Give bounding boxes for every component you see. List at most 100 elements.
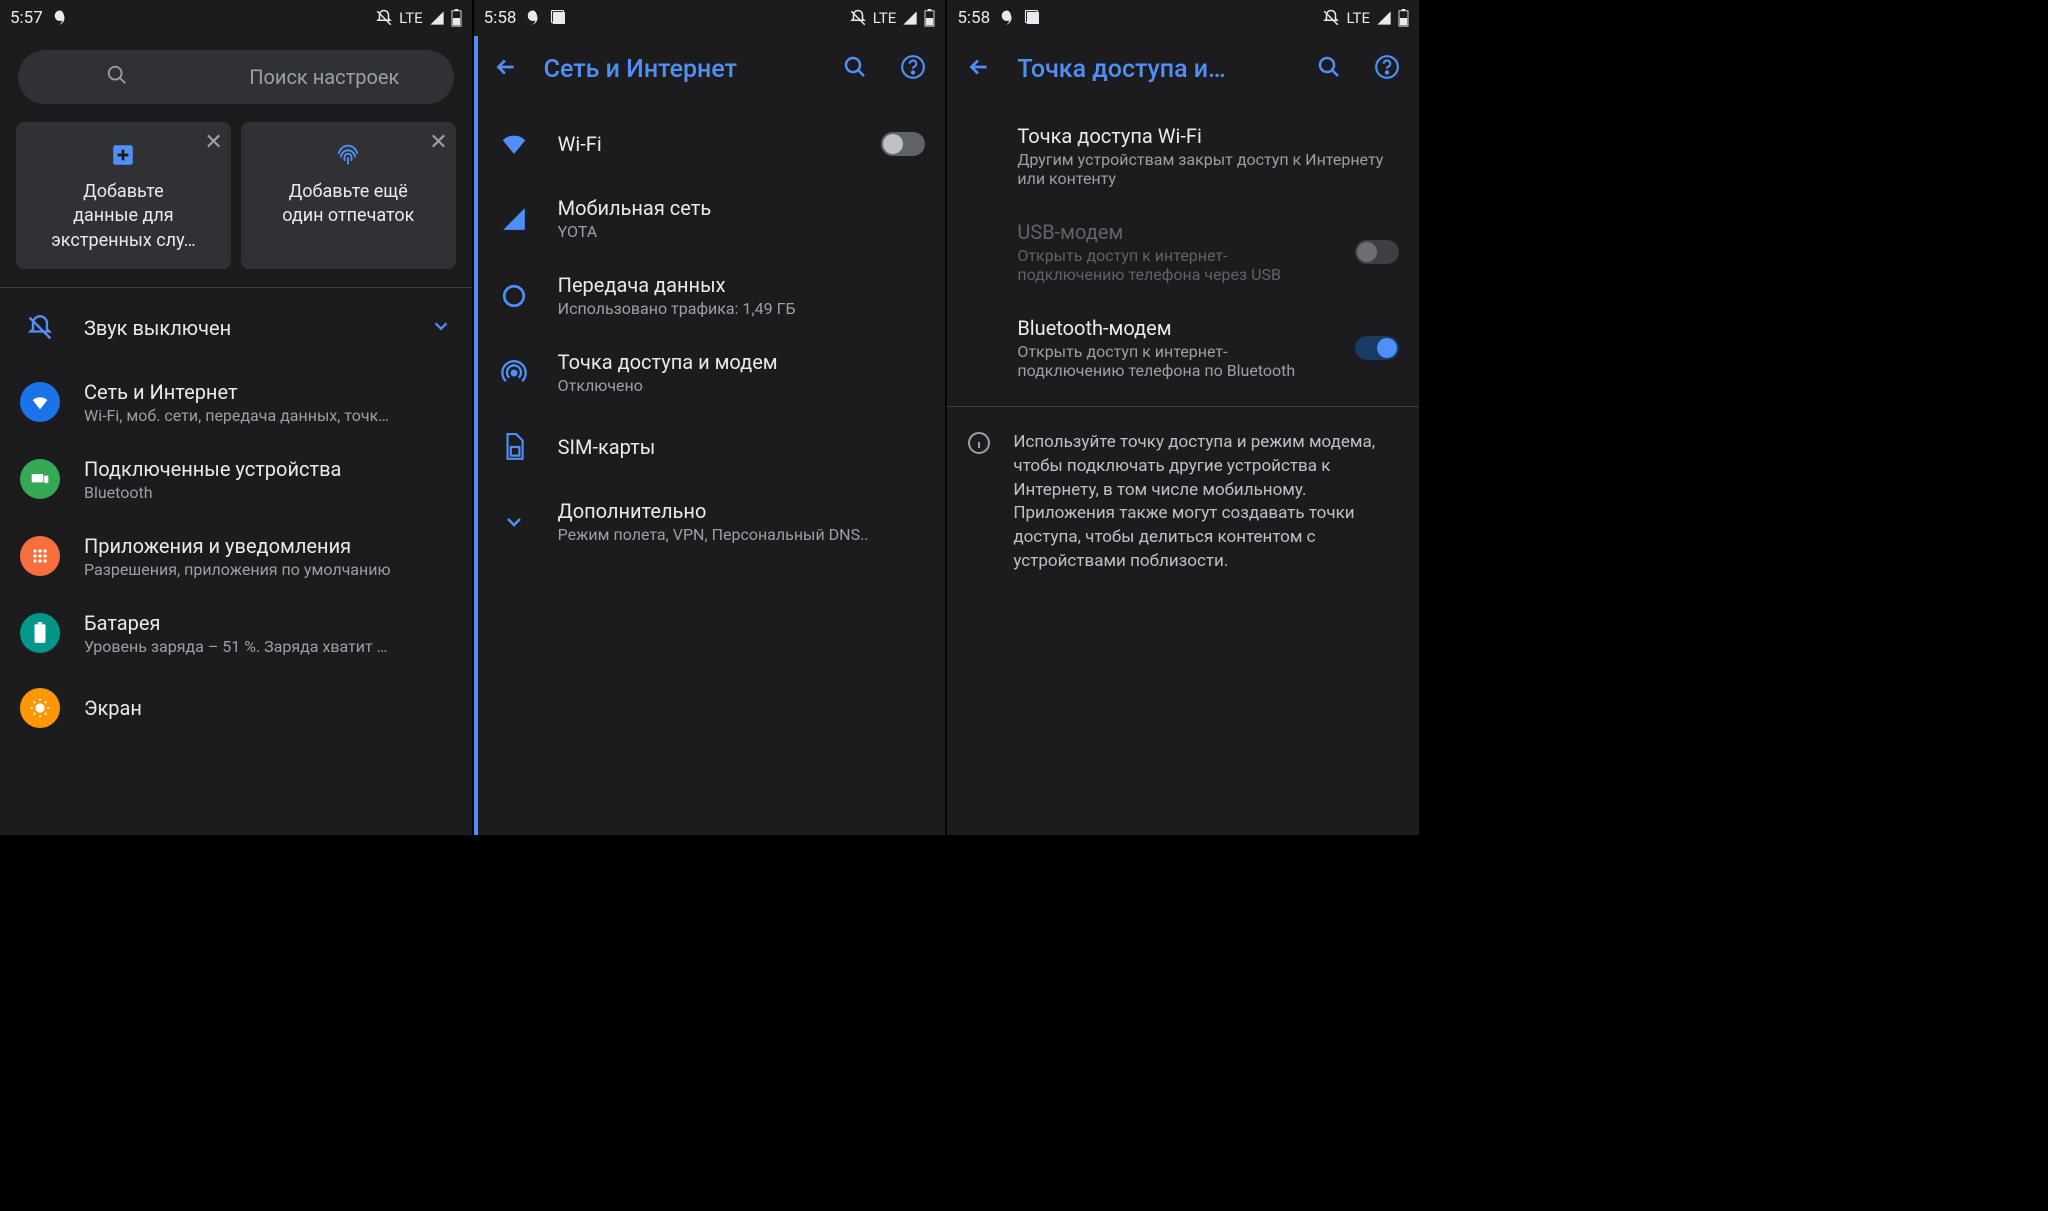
status-bar: 5:58 LTE bbox=[947, 0, 1419, 36]
signal-icon bbox=[429, 10, 445, 26]
card-text: Добавьте ещё один отпечаток bbox=[251, 180, 446, 229]
status-time: 5:58 bbox=[484, 8, 517, 28]
help-button[interactable] bbox=[893, 54, 933, 84]
search-button[interactable] bbox=[1309, 55, 1349, 83]
screen-network: 5:58 LTE Сеть и Интернет Wi-Fi Мобильная… bbox=[474, 0, 948, 835]
plus-icon bbox=[108, 140, 138, 170]
info-icon bbox=[967, 431, 991, 574]
status-app-icon bbox=[998, 9, 1016, 27]
row-title: Передача данных bbox=[558, 273, 926, 297]
data-icon bbox=[494, 276, 534, 316]
fingerprint-icon bbox=[333, 140, 363, 170]
status-time: 5:58 bbox=[957, 8, 990, 28]
page-title: Точка доступа и… bbox=[1017, 55, 1291, 84]
signal-icon bbox=[902, 10, 918, 26]
row-display[interactable]: Экран bbox=[0, 672, 472, 728]
row-sub: Отключено bbox=[558, 376, 926, 395]
row-sub: Открыть доступ к интернет-подключению те… bbox=[1017, 246, 1331, 284]
toolbar: Сеть и Интернет bbox=[474, 36, 946, 102]
row-title: USB-модем bbox=[1017, 220, 1331, 244]
row-title: Точка доступа Wi-Fi bbox=[1017, 124, 1399, 148]
row-sub: Другим устройствам закрыт доступ к Интер… bbox=[1017, 150, 1399, 188]
row-sim[interactable]: SIM-карты bbox=[474, 411, 946, 483]
battery-icon bbox=[20, 613, 60, 653]
row-title: Дополнительно bbox=[558, 499, 926, 523]
row-sub: Уровень заряда – 51 %. Заряда хватит … bbox=[84, 637, 452, 656]
battery-icon bbox=[1398, 9, 1409, 27]
row-devices[interactable]: Подключенные устройства Bluetooth bbox=[0, 441, 472, 518]
row-title: Приложения и уведомления bbox=[84, 534, 452, 558]
signal-icon bbox=[494, 199, 534, 239]
help-button[interactable] bbox=[1367, 54, 1407, 84]
row-advanced[interactable]: Дополнительно Режим полета, VPN, Персонал… bbox=[474, 483, 946, 560]
status-time: 5:57 bbox=[10, 8, 43, 28]
hotspot-icon bbox=[494, 353, 534, 393]
row-sub: Wi-Fi, моб. сети, передача данных, точк… bbox=[84, 406, 452, 425]
divider bbox=[0, 287, 472, 288]
row-bt-tether[interactable]: Bluetooth-модемОткрыть доступ к интернет… bbox=[947, 300, 1419, 396]
row-data-usage[interactable]: Передача данныхИспользовано трафика: 1,4… bbox=[474, 257, 946, 334]
row-apps[interactable]: Приложения и уведомления Разрешения, прил… bbox=[0, 518, 472, 595]
network-label: LTE bbox=[1346, 9, 1370, 27]
row-title: SIM-карты bbox=[558, 435, 926, 459]
back-button[interactable] bbox=[959, 54, 999, 84]
row-battery[interactable]: БатареяУровень заряда – 51 %. Заряда хва… bbox=[0, 595, 472, 672]
toolbar: Точка доступа и… bbox=[947, 36, 1419, 102]
row-sub: Режим полета, VPN, Персональный DNS.. bbox=[558, 525, 926, 544]
back-button[interactable] bbox=[486, 54, 526, 84]
battery-icon bbox=[924, 9, 935, 27]
network-label: LTE bbox=[873, 9, 897, 27]
status-app-icon bbox=[524, 9, 542, 27]
wifi-icon bbox=[20, 382, 60, 422]
card-text: Добавьте данные для экстренных слу… bbox=[26, 180, 221, 253]
signal-icon bbox=[1376, 10, 1392, 26]
search-settings[interactable]: Поиск настроек bbox=[18, 50, 454, 104]
row-title: Сеть и Интернет bbox=[84, 380, 452, 404]
row-sound[interactable]: Звук выключен bbox=[0, 292, 472, 364]
row-title: Мобильная сеть bbox=[558, 196, 926, 220]
row-mobile[interactable]: Мобильная сеть YOTA bbox=[474, 180, 946, 257]
row-title: Wi-Fi bbox=[558, 132, 858, 156]
row-title: Звук выключен bbox=[84, 316, 406, 340]
row-wifi[interactable]: Wi-Fi bbox=[474, 108, 946, 180]
bell-off-icon bbox=[20, 308, 60, 348]
search-placeholder: Поиск настроек bbox=[217, 65, 432, 89]
card-fingerprint[interactable]: ✕ Добавьте ещё один отпечаток bbox=[241, 122, 456, 269]
page-title: Сеть и Интернет bbox=[544, 55, 818, 84]
wifi-toggle[interactable] bbox=[881, 132, 925, 156]
row-title: Экран bbox=[84, 696, 452, 720]
chevron-down-icon bbox=[430, 315, 452, 341]
row-hotspot[interactable]: Точка доступа и модем Отключено bbox=[474, 334, 946, 411]
screenshot-icon bbox=[1024, 9, 1042, 27]
display-icon bbox=[20, 688, 60, 728]
row-network[interactable]: Сеть и Интернет Wi-Fi, моб. сети, передач… bbox=[0, 364, 472, 441]
row-sub: Bluetooth bbox=[84, 483, 452, 502]
apps-icon bbox=[20, 536, 60, 576]
divider bbox=[947, 406, 1419, 407]
card-emergency[interactable]: ✕ Добавьте данные для экстренных слу… bbox=[16, 122, 231, 269]
screen-settings-home: 5:57 LTE Поиск настроек ✕ Добавьте данны… bbox=[0, 0, 474, 835]
close-icon[interactable]: ✕ bbox=[204, 130, 222, 155]
row-sub: YOTA bbox=[558, 222, 926, 241]
suggestion-cards: ✕ Добавьте данные для экстренных слу… ✕ … bbox=[0, 122, 472, 287]
search-button[interactable] bbox=[835, 55, 875, 83]
row-sub: Открыть доступ к интернет-подключению те… bbox=[1017, 342, 1331, 380]
screen-hotspot: 5:58 LTE Точка доступа и… Точка доступа … bbox=[947, 0, 1421, 835]
row-usb-tether: USB-модемОткрыть доступ к интернет-подкл… bbox=[947, 204, 1419, 300]
mute-icon bbox=[375, 9, 393, 27]
search-icon bbox=[10, 64, 225, 91]
bt-toggle[interactable] bbox=[1355, 336, 1399, 360]
close-icon[interactable]: ✕ bbox=[429, 130, 447, 155]
network-label: LTE bbox=[399, 9, 423, 27]
status-bar: 5:57 LTE bbox=[0, 0, 472, 36]
row-title: Точка доступа и модем bbox=[558, 350, 926, 374]
row-sub: Разрешения, приложения по умолчанию bbox=[84, 560, 452, 579]
chevron-down-icon bbox=[494, 502, 534, 542]
row-wifi-hotspot[interactable]: Точка доступа Wi-FiДругим устройствам за… bbox=[947, 108, 1419, 204]
row-title: Bluetooth-модем bbox=[1017, 316, 1331, 340]
usb-toggle bbox=[1355, 240, 1399, 264]
mute-icon bbox=[1322, 9, 1340, 27]
row-title: Подключенные устройства bbox=[84, 457, 452, 481]
battery-icon bbox=[451, 9, 462, 27]
screenshot-icon bbox=[550, 9, 568, 27]
